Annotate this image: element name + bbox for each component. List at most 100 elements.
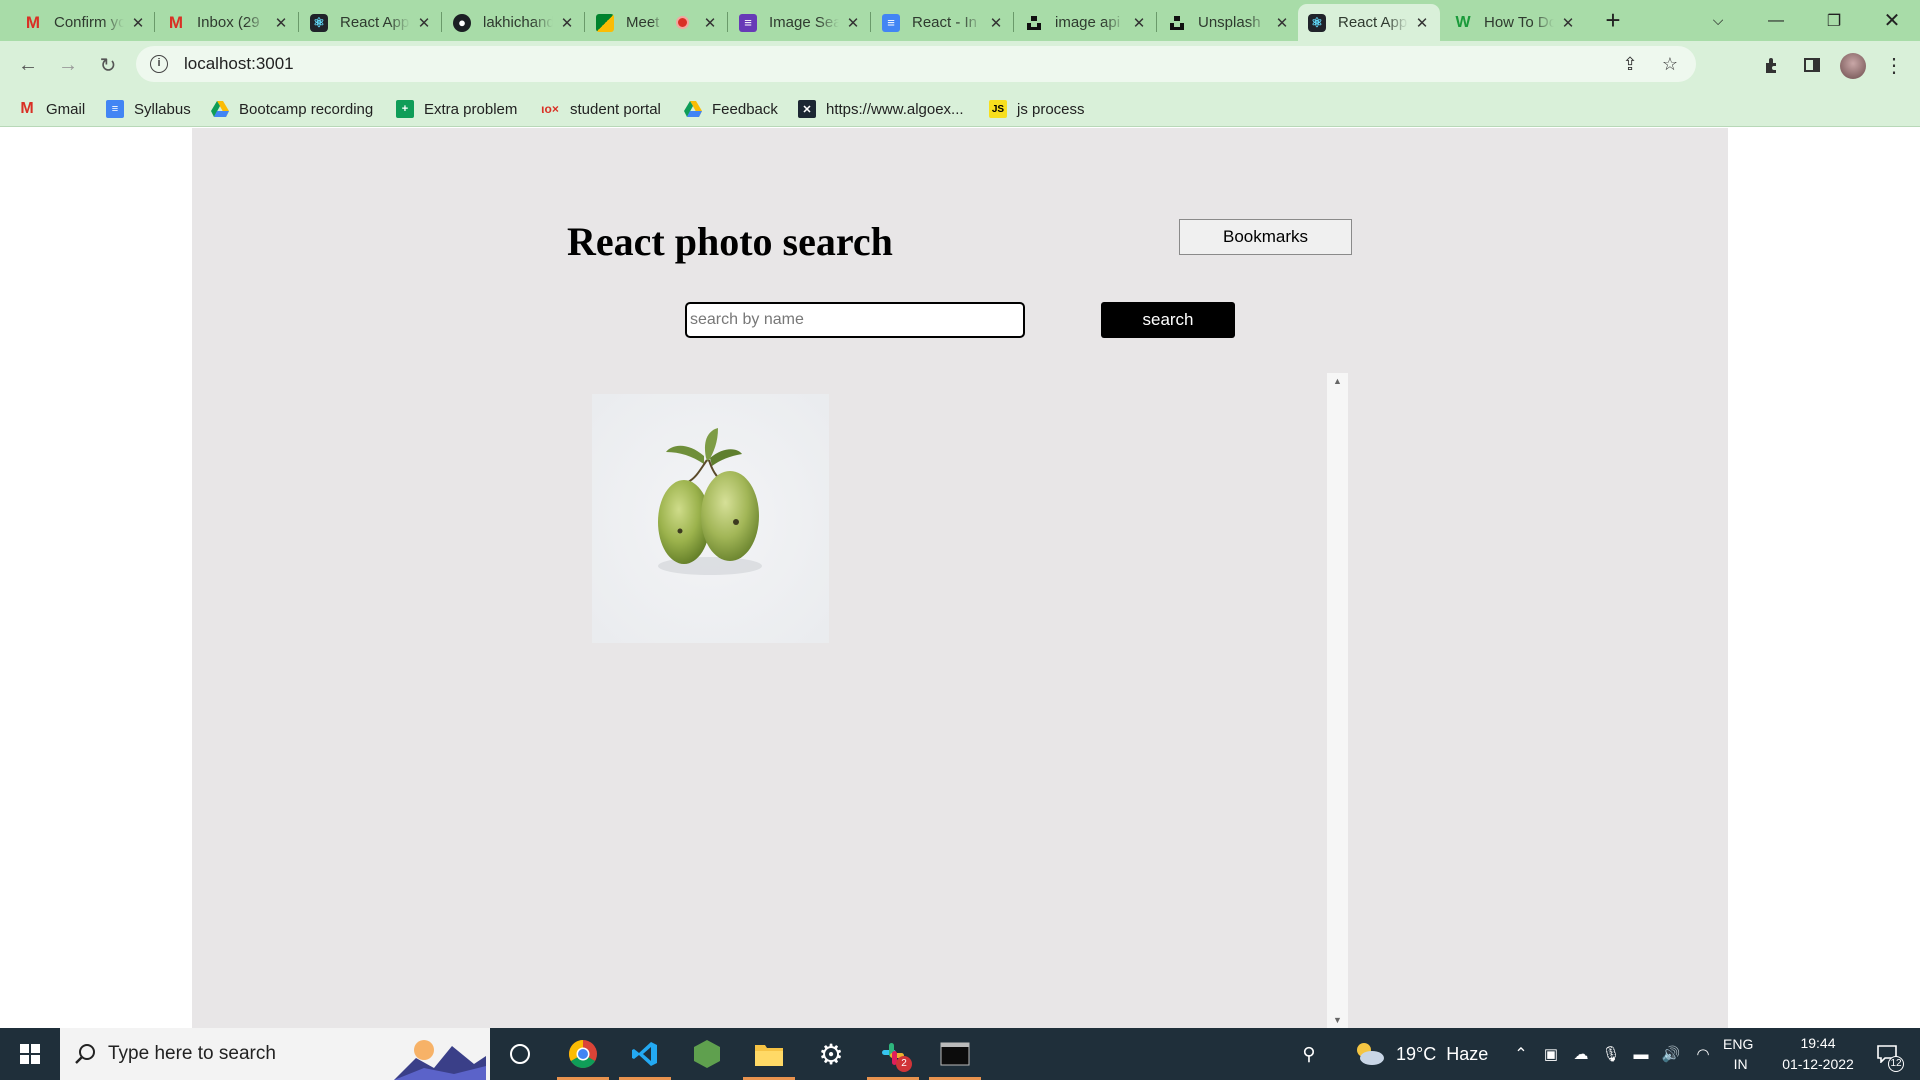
- close-tab-icon[interactable]: ✕: [845, 14, 861, 32]
- side-panel-icon[interactable]: [1798, 51, 1826, 79]
- close-tab-icon[interactable]: ✕: [702, 14, 718, 32]
- bookmark-student-portal[interactable]: ιο× student portal: [540, 98, 661, 120]
- tab-title: image api: [1055, 14, 1121, 31]
- photo-result-card[interactable]: [592, 394, 829, 643]
- minimize-button[interactable]: —: [1748, 0, 1804, 41]
- settings-icon[interactable]: ⚙: [801, 1028, 861, 1080]
- clock[interactable]: 19:44 01-12-2022: [1768, 1028, 1868, 1080]
- browser-toolbar: ← → ↻ i localhost:3001 ⇪ ☆ ⋮: [0, 41, 1920, 89]
- browser-tab[interactable]: W How To Do ✕: [1444, 4, 1586, 41]
- bookmark-syllabus[interactable]: ≡ Syllabus: [106, 98, 191, 120]
- clock-date: 01-12-2022: [1782, 1056, 1854, 1072]
- site-info-icon[interactable]: i: [150, 55, 168, 73]
- browser-tab[interactable]: M Inbox (29 ✕: [157, 4, 299, 41]
- address-bar[interactable]: i localhost:3001 ⇪ ☆: [136, 46, 1696, 82]
- bookmark-js-process[interactable]: JS js process: [989, 98, 1085, 120]
- forward-button[interactable]: →: [52, 49, 84, 81]
- terminal-icon[interactable]: [925, 1028, 985, 1080]
- scroll-up-arrow-icon[interactable]: ▲: [1327, 373, 1348, 389]
- tab-title: React App: [340, 14, 410, 31]
- bookmark-label: Gmail: [46, 100, 86, 118]
- bookmark-extra-problem[interactable]: + Extra problem: [396, 98, 517, 120]
- close-tab-icon[interactable]: ✕: [1131, 14, 1147, 32]
- browser-tab[interactable]: ⚛ React App ✕: [300, 4, 442, 41]
- weather-text: 19°C Haze: [1396, 1043, 1489, 1064]
- address-url[interactable]: localhost:3001: [184, 54, 294, 74]
- bookmark-bootcamp-recording[interactable]: Bootcamp recording: [211, 98, 373, 120]
- close-tab-icon[interactable]: ✕: [1560, 14, 1576, 32]
- close-window-button[interactable]: ✕: [1864, 0, 1920, 41]
- cortana-icon[interactable]: [490, 1028, 550, 1080]
- close-tab-icon[interactable]: ✕: [1414, 14, 1430, 32]
- guava-photo: [592, 394, 829, 643]
- search-button[interactable]: search: [1101, 302, 1235, 338]
- close-tab-icon[interactable]: ✕: [559, 14, 575, 32]
- kebab-menu-icon[interactable]: ⋮: [1880, 51, 1908, 79]
- bookmark-star-icon[interactable]: ☆: [1658, 52, 1682, 76]
- tab-title: Confirm your: [54, 14, 124, 31]
- browser-tab[interactable]: Unsplash ✕: [1158, 4, 1300, 41]
- bookmark-algoexpert[interactable]: ✕ https://www.algoex...: [798, 98, 964, 120]
- browser-tab[interactable]: image api ✕: [1015, 4, 1157, 41]
- back-button[interactable]: ←: [12, 49, 44, 81]
- recording-indicator-icon: [676, 16, 689, 29]
- forms-icon: ≡: [739, 13, 757, 32]
- meet-now-icon[interactable]: ▣: [1540, 1042, 1562, 1066]
- vscode-icon[interactable]: [615, 1028, 675, 1080]
- tab-title: Unsplash: [1198, 14, 1261, 31]
- slack-icon[interactable]: 2: [863, 1028, 923, 1080]
- profile-avatar[interactable]: [1840, 53, 1866, 79]
- battery-icon[interactable]: ▬: [1630, 1042, 1652, 1066]
- extensions-icon[interactable]: [1758, 51, 1786, 79]
- react-icon: ⚛: [1308, 13, 1326, 32]
- language-indicator[interactable]: ENG IN: [1723, 1028, 1753, 1080]
- browser-tab[interactable]: ≡ React - In ✕: [872, 4, 1014, 41]
- share-icon[interactable]: ⇪: [1618, 52, 1642, 76]
- bookmarks-button[interactable]: Bookmarks: [1179, 219, 1352, 255]
- browser-tab[interactable]: ≡ Image Search ✕: [729, 4, 871, 41]
- close-tab-icon[interactable]: ✕: [416, 14, 432, 32]
- taskbar-search-box[interactable]: Type here to search: [60, 1028, 490, 1080]
- people-icon[interactable]: ⚲: [1298, 1042, 1320, 1066]
- close-tab-icon[interactable]: ✕: [273, 14, 289, 32]
- nodejs-icon[interactable]: [677, 1028, 737, 1080]
- bookmark-feedback[interactable]: Feedback: [684, 98, 778, 120]
- bookmark-gmail[interactable]: M Gmail: [18, 98, 85, 120]
- search-highlight-image: [394, 1028, 486, 1080]
- browser-tab[interactable]: M Confirm your ✕: [14, 4, 156, 41]
- start-button[interactable]: [0, 1028, 60, 1080]
- microphone-icon[interactable]: 🎙: [1600, 1042, 1622, 1066]
- tab-title: lakhichand: [483, 14, 553, 31]
- tab-search-chevron-icon[interactable]: ⌵: [1690, 0, 1746, 41]
- reload-button[interactable]: ↻: [92, 49, 124, 81]
- chevron-up-icon[interactable]: ⌃: [1510, 1042, 1532, 1066]
- onedrive-icon[interactable]: ☁: [1570, 1042, 1592, 1066]
- restore-button[interactable]: ❐: [1806, 0, 1862, 41]
- search-icon: [75, 1044, 95, 1064]
- page-viewport: React photo search Bookmarks search by n…: [0, 128, 1920, 1028]
- unsplash-icon: [1168, 14, 1186, 32]
- browser-tab-active[interactable]: ⚛ React App ✕: [1298, 4, 1440, 41]
- close-tab-icon[interactable]: ✕: [988, 14, 1004, 32]
- app-container: React photo search Bookmarks search by n…: [192, 128, 1728, 1028]
- notification-center-icon[interactable]: 12: [1872, 1042, 1904, 1072]
- js-icon: JS: [989, 100, 1007, 118]
- bookmark-label: Bootcamp recording: [239, 100, 374, 118]
- chrome-icon[interactable]: [553, 1028, 613, 1080]
- file-explorer-icon[interactable]: [739, 1028, 799, 1080]
- results-scrollbar[interactable]: ▲ ▼: [1327, 373, 1348, 1028]
- browser-tab[interactable]: ● lakhichand ✕: [443, 4, 585, 41]
- wix-icon: W: [1455, 13, 1471, 31]
- browser-tab[interactable]: Meet ✕: [586, 4, 728, 41]
- gmail-icon: M: [20, 100, 34, 117]
- search-input[interactable]: [685, 302, 1025, 338]
- new-tab-button[interactable]: +: [1598, 6, 1628, 36]
- volume-icon[interactable]: 🔊: [1660, 1042, 1682, 1066]
- bookmark-label: https://www.algoex...: [826, 100, 964, 118]
- weather-widget[interactable]: 19°C Haze: [1352, 1028, 1488, 1080]
- wifi-icon[interactable]: ◠: [1692, 1042, 1714, 1066]
- close-tab-icon[interactable]: ✕: [130, 14, 146, 32]
- scroll-down-arrow-icon[interactable]: ▼: [1327, 1012, 1348, 1028]
- bookmark-label: js process: [1017, 100, 1085, 118]
- close-tab-icon[interactable]: ✕: [1274, 14, 1290, 32]
